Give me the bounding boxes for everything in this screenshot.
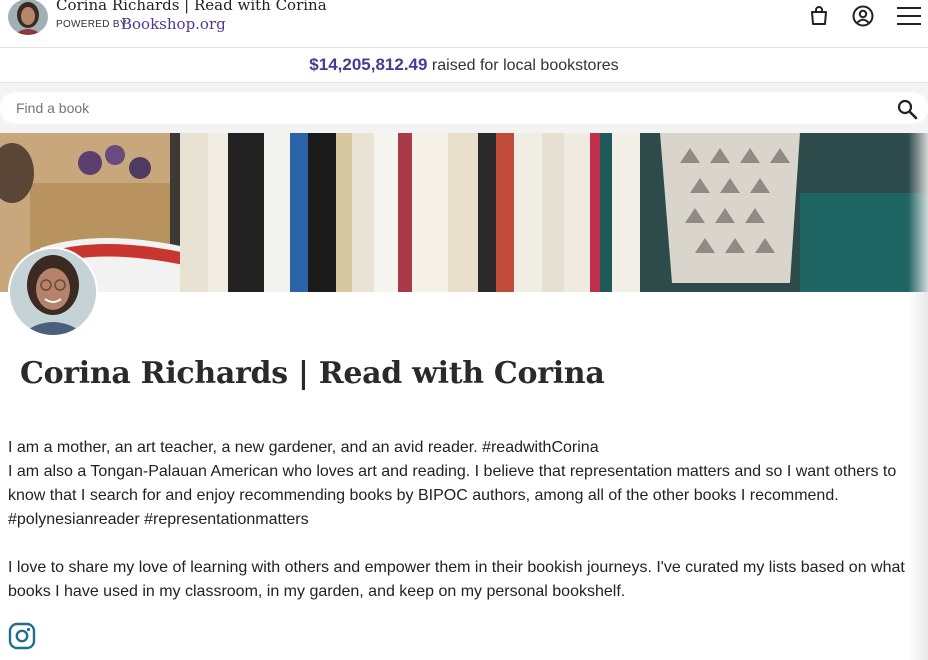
bio-paragraph: I am also a Tongan-Palauan American who … [8,463,897,528]
raised-amount: $14,205,812.49 [309,55,428,74]
search-icon[interactable] [896,98,918,120]
menu-icon[interactable] [896,4,922,28]
bio-spacer [8,532,923,556]
instagram-icon[interactable] [8,622,36,650]
account-icon[interactable] [851,4,875,28]
profile-avatar [8,247,98,337]
powered-by-label: POWERED BY [56,19,127,30]
site-header: Corina Richards | Read with Corina POWER… [0,0,928,48]
profile-name: Corina Richards | Read with Corina [20,356,605,391]
bookshop-brand-link[interactable]: Bookshop.org [121,15,226,33]
profile-bio: I am a mother, an art teacher, a new gar… [8,436,923,604]
search-bar [0,83,928,133]
logo-avatar[interactable] [8,0,48,35]
bio-paragraph: I am a mother, an art teacher, a new gar… [8,439,599,456]
scroll-shade [908,133,928,660]
search-input[interactable] [0,92,928,124]
raised-text: raised for local bookstores [431,57,619,74]
bio-paragraph: I love to share my love of learning with… [8,559,905,600]
raised-banner: $14,205,812.49 raised for local bookstor… [0,48,928,83]
cover-image [0,133,928,292]
site-title[interactable]: Corina Richards | Read with Corina [56,0,327,14]
shopping-bag-icon[interactable] [807,4,831,28]
